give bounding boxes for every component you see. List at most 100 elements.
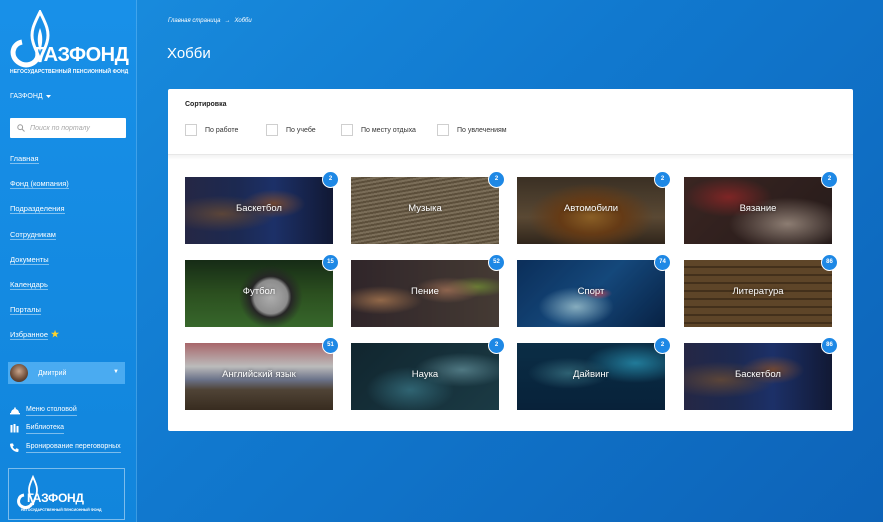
hobby-label: Литература [732, 286, 784, 297]
filter-label: По месту отдыха [361, 126, 416, 134]
sidebar-item-company[interactable]: Фонд (компания) [10, 177, 69, 202]
hobby-label: Английский язык [222, 369, 296, 380]
logo-subtitle: НЕГОСУДАРСТВЕННЫЙ ПЕНСИОННЫЙ ФОНД [10, 69, 129, 75]
quick-links: Меню столовой Библиотека Бронирование пе… [10, 401, 121, 457]
hobby-card-football[interactable]: Футбол 15 [185, 254, 339, 327]
hobby-count-badge: 2 [821, 171, 838, 188]
sidebar-item-label: Фонд (компания) [10, 179, 69, 190]
hobby-count-badge: 2 [488, 337, 505, 354]
breadcrumb-home[interactable]: Главная страница [168, 18, 220, 24]
sidebar-item-label: Избранное [10, 330, 49, 341]
quick-link-label: Библиотека [26, 423, 65, 435]
quick-link-label: Бронирование переговорных [26, 442, 121, 453]
hobby-count-badge: 86 [821, 254, 838, 271]
hobby-count-badge: 2 [488, 171, 505, 188]
hobby-label: Дайвинг [572, 369, 610, 380]
filter-by-vacation[interactable]: По месту отдыха [341, 124, 416, 136]
hobby-card-basketball[interactable]: Баскетбол 2 [185, 171, 339, 244]
hobby-card-music[interactable]: Музыка 2 [351, 171, 505, 244]
hobby-label: Баскетбол [236, 203, 282, 214]
filter-by-interests[interactable]: По увлечениям [437, 124, 507, 136]
sidebar-item-label: Сотрудникам [10, 229, 56, 240]
search-icon[interactable] [17, 124, 25, 132]
hobby-card-cars[interactable]: Автомобили 2 [517, 171, 671, 244]
divider [168, 155, 853, 160]
sidebar-item-portals[interactable]: Порталы [10, 303, 69, 328]
filter-label: По работе [205, 126, 239, 134]
quick-link-canteen-menu[interactable]: Меню столовой [10, 401, 121, 420]
sidebar-item-documents[interactable]: Документы [10, 253, 69, 278]
filter-by-work[interactable]: По работе [185, 124, 238, 136]
hobby-count-badge: 51 [322, 337, 339, 354]
page-title: Хобби [167, 45, 211, 62]
filter-label: По учебе [286, 126, 316, 134]
chevron-down-icon: ▼ [113, 369, 119, 375]
hobby-label: Футбол [242, 286, 276, 297]
hobby-card-knitting[interactable]: Вязание 2 [684, 171, 838, 244]
hobby-label: Музыка [408, 203, 442, 214]
search-input[interactable] [30, 124, 120, 132]
tray-icon [10, 406, 26, 415]
sidebar-item-favorites[interactable]: Избранное ★ [10, 328, 69, 353]
quick-link-library[interactable]: Библиотека [10, 420, 121, 439]
hobby-card-literature[interactable]: Литература 86 [684, 254, 838, 327]
footer-logo[interactable]: ГАЗФОНД НЕГОСУДАРСТВЕННЫЙ ПЕНСИОННЫЙ ФОН… [8, 468, 125, 520]
hobby-count-badge: 74 [654, 254, 671, 271]
filter-by-study[interactable]: По учебе [266, 124, 316, 136]
chevron-down-icon [45, 94, 51, 98]
star-icon: ★ [51, 329, 60, 340]
hobby-label: Спорт [577, 286, 605, 297]
search-box [10, 118, 126, 138]
hobby-label: Наука [411, 369, 439, 380]
sort-section: Сортировка По работе По учебе По месту о… [168, 89, 853, 155]
sidebar-nav: Главная Фонд (компания) Подразделения Со… [10, 152, 69, 354]
quick-link-label: Меню столовой [26, 405, 77, 416]
gazfond-logo[interactable]: ГАЗФОНД НЕГОСУДАРСТВЕННЫЙ ПЕНСИОННЫЙ ФОН… [8, 10, 129, 80]
phone-icon [10, 443, 26, 452]
hobby-card-diving[interactable]: Дайвинг 2 [517, 337, 671, 410]
filter-label: По увлечениям [457, 126, 507, 134]
hobby-count-badge: 86 [821, 337, 838, 354]
footer-logo-text: ГАЗФОНД [27, 491, 84, 505]
logo-text: ГАЗФОНД [34, 44, 129, 66]
footer-logo-subtitle: НЕГОСУДАРСТВЕННЫЙ ПЕНСИОННЫЙ ФОНД [21, 508, 102, 512]
checkbox[interactable] [185, 124, 197, 136]
sidebar-item-home[interactable]: Главная [10, 152, 69, 177]
avatar [10, 364, 28, 382]
hobby-count-badge: 2 [322, 171, 339, 188]
sidebar-item-label: Календарь [10, 279, 48, 290]
hobby-label: Баскетбол [735, 369, 781, 380]
quick-link-room-booking[interactable]: Бронирование переговорных [10, 438, 121, 457]
breadcrumb-current: Хобби [234, 18, 252, 24]
hobbies-panel: Сортировка По работе По учебе По месту о… [168, 89, 853, 431]
checkbox[interactable] [437, 124, 449, 136]
org-selector[interactable]: ГАЗФОНД [10, 93, 51, 100]
checkbox[interactable] [266, 124, 278, 136]
hobby-label: Автомобили [563, 203, 619, 214]
sidebar-item-calendar[interactable]: Календарь [10, 278, 69, 303]
breadcrumb-separator: → [224, 18, 231, 24]
hobby-count-badge: 52 [488, 254, 505, 271]
hobby-card-sport[interactable]: Спорт 74 [517, 254, 671, 327]
sort-title: Сортировка [185, 101, 227, 108]
hobby-count-badge: 2 [654, 337, 671, 354]
sidebar-item-label: Порталы [10, 305, 41, 316]
checkbox[interactable] [341, 124, 353, 136]
books-icon [10, 424, 26, 433]
hobby-card-singing[interactable]: Пение 52 [351, 254, 505, 327]
hobby-count-badge: 15 [322, 254, 339, 271]
hobby-label: Пение [411, 286, 439, 297]
hobby-card-science[interactable]: Наука 2 [351, 337, 505, 410]
sidebar: ГАЗФОНД НЕГОСУДАРСТВЕННЫЙ ПЕНСИОННЫЙ ФОН… [0, 0, 137, 522]
org-selector-label: ГАЗФОНД [10, 93, 43, 100]
sidebar-item-label: Подразделения [10, 204, 65, 215]
hobby-count-badge: 2 [654, 171, 671, 188]
sidebar-item-departments[interactable]: Подразделения [10, 202, 69, 227]
sidebar-item-employees[interactable]: Сотрудникам [10, 228, 69, 253]
user-name: Дмитрий [38, 369, 67, 377]
hobby-card-english[interactable]: Английский язык 51 [185, 337, 339, 410]
hobby-card-basketball-2[interactable]: Баскетбол 86 [684, 337, 838, 410]
sidebar-item-label: Документы [10, 254, 49, 265]
hobby-label: Вязание [739, 203, 777, 214]
user-menu[interactable]: Дмитрий ▼ [8, 362, 125, 384]
